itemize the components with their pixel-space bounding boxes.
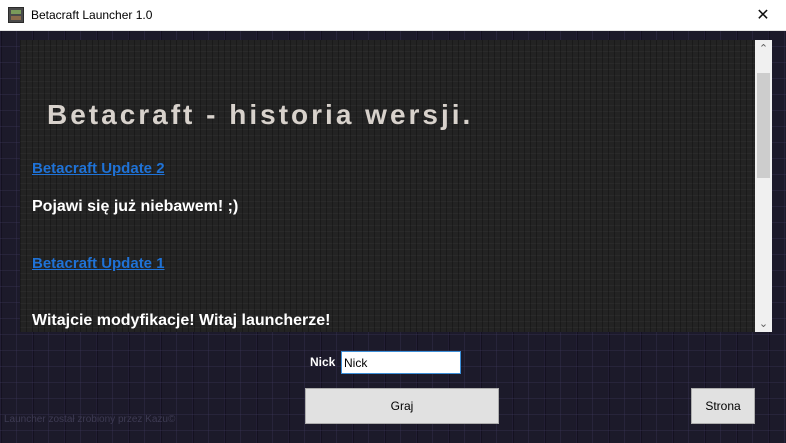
minecraft-block-icon (8, 7, 24, 23)
credit-text: Launcher został zrobiony przez Kazu© (4, 414, 176, 425)
launcher-background: Betacraft - historia wersji. Betacraft U… (0, 31, 786, 443)
close-icon: ✕ (756, 7, 770, 24)
chevron-up-icon: ⌃ (758, 43, 769, 55)
news-scrollbar[interactable]: ⌃ ⌄ (755, 40, 772, 332)
update-1-link[interactable]: Betacraft Update 1 (32, 255, 165, 272)
window-title: Betacraft Launcher 1.0 (31, 8, 153, 22)
title-bar: Betacraft Launcher 1.0 ✕ (0, 0, 786, 31)
update-2-text: Pojawi się już niebawem! ;) (32, 198, 239, 215)
chevron-down-icon: ⌄ (758, 318, 769, 330)
update-2-link[interactable]: Betacraft Update 2 (32, 160, 165, 177)
scroll-thumb[interactable] (757, 73, 770, 178)
scroll-up-button[interactable]: ⌃ (755, 40, 772, 57)
nick-input[interactable] (341, 351, 461, 374)
website-button[interactable]: Strona (691, 388, 755, 424)
close-button[interactable]: ✕ (740, 0, 786, 30)
news-headline: Betacraft - historia wersji. (47, 99, 474, 130)
play-button[interactable]: Graj (305, 388, 499, 424)
update-1-text: Witajcie modyfikacje! Witaj launcherze! (32, 312, 331, 329)
scroll-down-button[interactable]: ⌄ (755, 315, 772, 332)
nick-label: Nick (310, 355, 336, 369)
news-panel: Betacraft - historia wersji. Betacraft U… (20, 40, 772, 332)
